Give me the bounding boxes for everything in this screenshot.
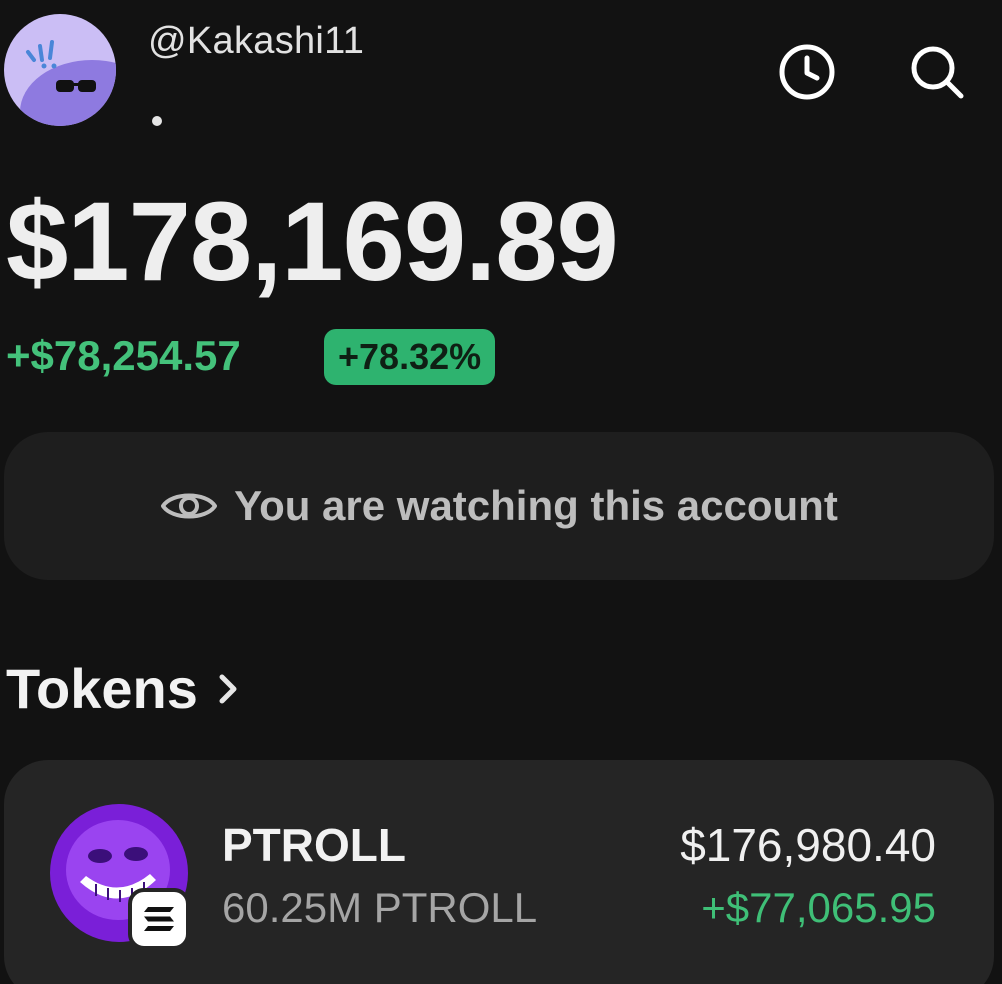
solana-icon (144, 907, 174, 931)
watching-account-banner: You are watching this account (4, 432, 994, 580)
history-clock-icon (779, 44, 835, 100)
history-button[interactable] (775, 40, 839, 104)
solana-chain-badge (128, 888, 190, 950)
avatar-illustration (20, 40, 116, 126)
token-row[interactable]: PTROLL 60.25M PTROLL $176,980.40 +$77,06… (4, 760, 994, 984)
avatar[interactable] (4, 14, 116, 126)
wallet-profile-screen: @Kakashi11 $178,169.89 +$78,254.57 +78.3… (0, 0, 1002, 984)
account-handle: @Kakashi11 (148, 20, 365, 62)
eye-icon (161, 493, 218, 519)
search-button[interactable] (905, 40, 969, 104)
token-amount: 60.25M PTROLL (222, 884, 538, 931)
balance-change-value: +$78,254.57 (6, 332, 241, 379)
total-balance: $178,169.89 (6, 179, 619, 304)
search-icon (911, 46, 964, 99)
token-symbol: PTROLL (222, 819, 406, 871)
balance-change-percent-badge: +78.32% (324, 329, 496, 385)
handle-dot (152, 116, 162, 126)
tokens-title: Tokens (6, 657, 198, 720)
watching-account-text: You are watching this account (234, 482, 838, 529)
tokens-section-link[interactable]: Tokens (6, 656, 242, 721)
token-value: $176,980.40 (680, 819, 936, 871)
token-change: +$77,065.95 (701, 884, 936, 931)
chevron-right-icon (219, 674, 237, 703)
